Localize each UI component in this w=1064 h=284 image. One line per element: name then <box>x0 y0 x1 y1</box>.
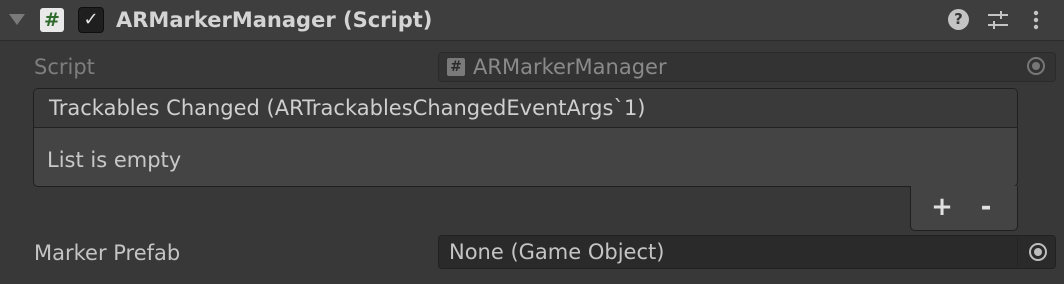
remove-listener-button[interactable]: - <box>971 192 1001 222</box>
script-file-icon: # <box>447 58 465 76</box>
event-header: Trackables Changed (ARTrackablesChangedE… <box>34 89 1017 128</box>
help-icon[interactable]: ? <box>948 9 969 30</box>
script-label: Script <box>34 55 95 79</box>
marker-prefab-field[interactable]: None (Game Object) <box>438 235 1056 269</box>
add-listener-button[interactable]: + <box>927 192 957 222</box>
kebab-menu-icon[interactable] <box>1030 9 1042 31</box>
event-list-footer: + - <box>910 186 1018 231</box>
script-field-value: ARMarkerManager <box>473 55 667 79</box>
object-picker-icon <box>1027 57 1045 75</box>
trackables-changed-event: Trackables Changed (ARTrackablesChangedE… <box>33 88 1018 187</box>
object-picker-icon[interactable] <box>1029 243 1047 261</box>
marker-prefab-value: None (Game Object) <box>449 240 665 264</box>
event-title: Trackables Changed (ARTrackablesChangedE… <box>49 96 646 120</box>
script-icon: # <box>40 8 64 32</box>
component-title[interactable]: ARMarkerManager (Script) <box>116 6 432 34</box>
foldout-arrow-icon[interactable] <box>9 14 25 25</box>
script-object-field: # ARMarkerManager <box>438 52 1056 82</box>
list-empty-text: List is empty <box>47 148 182 172</box>
component-enabled-checkbox[interactable]: ✓ <box>78 7 104 33</box>
component-header[interactable]: # ✓ ARMarkerManager (Script) ? <box>0 0 1064 41</box>
picker-divider <box>1017 238 1018 266</box>
presets-icon[interactable] <box>986 9 1010 31</box>
marker-prefab-label: Marker Prefab <box>34 241 181 265</box>
